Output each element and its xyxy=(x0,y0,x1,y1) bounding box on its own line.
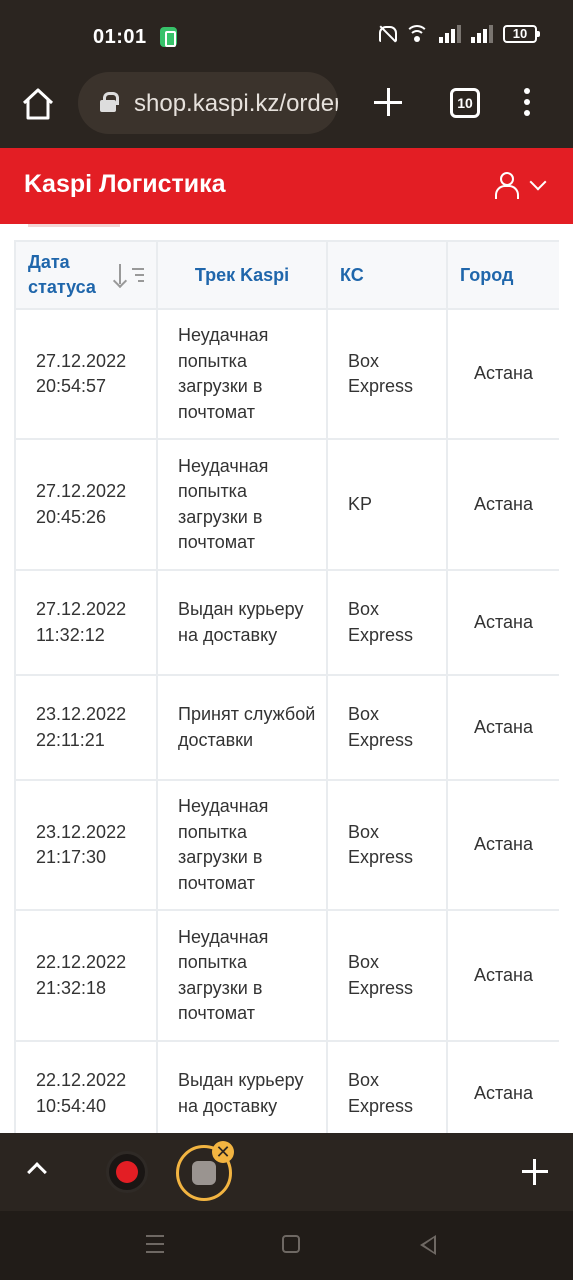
cell-date: 27.12.2022 20:45:26 xyxy=(14,438,158,571)
cell-ks: Box Express xyxy=(326,1040,448,1133)
app-header: Kaspi Логистика xyxy=(0,148,573,224)
cell-ks: Box Express xyxy=(326,909,448,1042)
table-row: 27.12.2022 20:54:57 Неудачная попытка за… xyxy=(14,308,559,440)
table-row: 27.12.2022 11:32:12 Выдан курьеру на дос… xyxy=(14,569,559,676)
mute-icon xyxy=(377,24,397,44)
page-title: Kaspi Логистика xyxy=(24,170,226,198)
cell-track: Неудачная попытка загрузки в почтомат xyxy=(156,909,328,1042)
lock-icon xyxy=(100,92,119,112)
cell-city: Астана xyxy=(446,779,559,911)
close-tab-icon[interactable]: ✕ xyxy=(212,1141,234,1163)
cell-city: Астана xyxy=(446,674,559,781)
table-row: 23.12.2022 21:17:30 Неудачная попытка за… xyxy=(14,779,559,911)
active-tab-indicator xyxy=(28,224,120,227)
cell-ks: Box Express xyxy=(326,674,448,781)
more-menu-icon[interactable] xyxy=(522,88,532,122)
user-icon xyxy=(494,172,519,199)
app-notification-icon xyxy=(160,27,177,47)
home-icon[interactable] xyxy=(20,86,56,122)
status-table-container: Дата статуса Трек Kaspi КС Город 27.12.2… xyxy=(14,240,559,1133)
table-row: 23.12.2022 22:11:21 Принят службой доста… xyxy=(14,674,559,781)
address-bar[interactable]: shop.kaspi.kz/orders xyxy=(78,72,338,134)
table-row: 22.12.2022 21:32:18 Неудачная попытка за… xyxy=(14,909,559,1042)
status-time: 01:01 xyxy=(93,26,147,48)
status-bar: 01:01 10 xyxy=(0,0,573,68)
table-row: 27.12.2022 20:45:26 Неудачная попытка за… xyxy=(14,438,559,571)
signal-icon xyxy=(439,25,461,43)
cell-ks: KP xyxy=(326,438,448,571)
cell-city: Астана xyxy=(446,569,559,676)
cell-track: Неудачная попытка загрузки в почтомат xyxy=(156,779,328,911)
tab-group-bar: ✕ xyxy=(0,1133,573,1211)
cell-track: Неудачная попытка загрузки в почтомат xyxy=(156,438,328,571)
table-row: 22.12.2022 10:54:40 Выдан курьеру на дос… xyxy=(14,1040,559,1133)
browser-toolbar: shop.kaspi.kz/orders 10 xyxy=(0,68,573,148)
url-text: shop.kaspi.kz/orders xyxy=(134,90,338,117)
cell-date: 27.12.2022 20:54:57 xyxy=(14,308,158,440)
cell-ks: Box Express xyxy=(326,308,448,440)
cell-date: 23.12.2022 21:17:30 xyxy=(14,779,158,911)
cell-city: Астана xyxy=(446,308,559,440)
table-header-row: Дата статуса Трек Kaspi КС Город xyxy=(14,240,559,310)
back-icon[interactable] xyxy=(420,1235,436,1255)
cell-ks: Box Express xyxy=(326,779,448,911)
tab-switcher-button[interactable]: 10 xyxy=(450,88,480,118)
home-nav-icon[interactable] xyxy=(282,1235,300,1253)
cell-track: Выдан курьеру на доставку xyxy=(156,569,328,676)
cell-date: 22.12.2022 10:54:40 xyxy=(14,1040,158,1133)
new-tab-icon[interactable] xyxy=(372,86,406,120)
battery-icon: 10 xyxy=(503,25,540,43)
cell-ks: Box Express xyxy=(326,569,448,676)
chevron-down-icon xyxy=(529,173,547,191)
recent-apps-icon[interactable] xyxy=(146,1235,164,1255)
sort-icon[interactable] xyxy=(116,264,144,286)
system-nav-bar xyxy=(0,1211,573,1280)
chevron-up-icon[interactable] xyxy=(27,1162,47,1182)
status-table: Дата статуса Трек Kaspi КС Город 27.12.2… xyxy=(14,240,559,1133)
user-menu-button[interactable] xyxy=(494,170,554,200)
cell-track: Неудачная попытка загрузки в почтомат xyxy=(156,308,328,440)
cell-date: 27.12.2022 11:32:12 xyxy=(14,569,158,676)
column-header-city[interactable]: Город xyxy=(446,240,559,310)
cell-city: Астана xyxy=(446,1040,559,1133)
wifi-icon xyxy=(405,25,429,43)
add-tab-icon[interactable] xyxy=(522,1159,548,1185)
column-header-date-label: Дата статуса xyxy=(28,252,96,297)
tab-thumbnail-kaspi[interactable] xyxy=(106,1151,148,1193)
cell-date: 22.12.2022 21:32:18 xyxy=(14,909,158,1042)
column-header-ks[interactable]: КС xyxy=(326,240,448,310)
cell-track: Принят службой доставки xyxy=(156,674,328,781)
cell-track: Выдан курьеру на доставку xyxy=(156,1040,328,1133)
cell-city: Астана xyxy=(446,438,559,571)
cell-date: 23.12.2022 22:11:21 xyxy=(14,674,158,781)
signal-icon-2 xyxy=(471,25,493,43)
column-header-date[interactable]: Дата статуса xyxy=(14,240,158,310)
cell-city: Астана xyxy=(446,909,559,1042)
column-header-track[interactable]: Трек Kaspi xyxy=(156,240,328,310)
